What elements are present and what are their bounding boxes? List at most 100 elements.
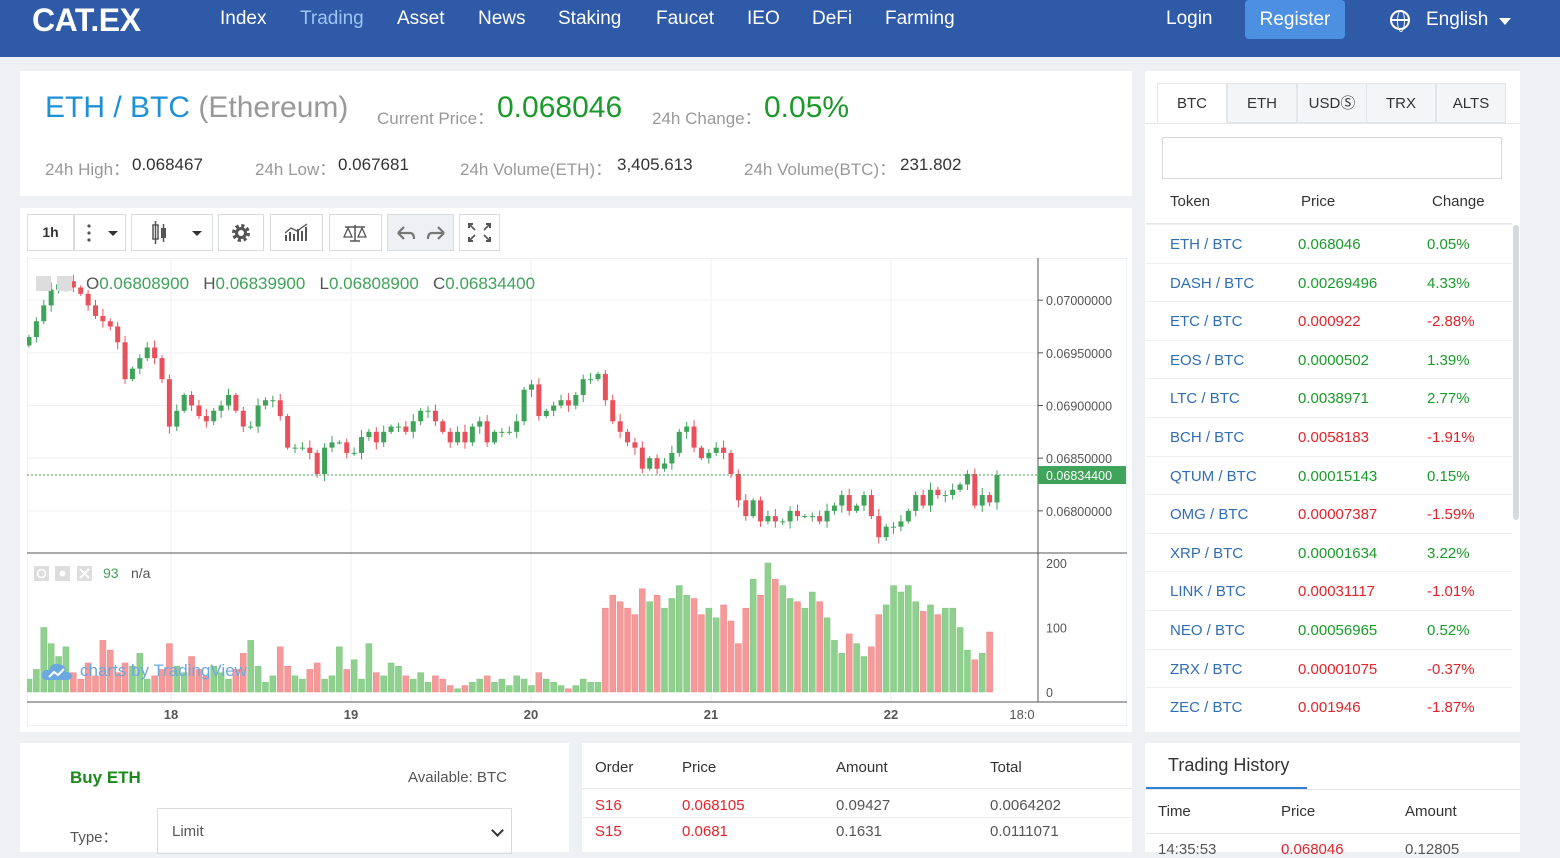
market-row[interactable]: NEO / BTC 0.00056965 0.52% bbox=[1146, 610, 1512, 649]
market-row-pair[interactable]: XRP / BTC bbox=[1170, 545, 1243, 562]
nav-asset[interactable]: Asset bbox=[397, 8, 445, 30]
volume-bar bbox=[742, 607, 750, 693]
market-row[interactable]: LTC / BTC 0.0038971 2.77% bbox=[1146, 378, 1512, 417]
interval-button[interactable]: 1h bbox=[27, 214, 74, 251]
volume-bar bbox=[690, 598, 698, 693]
market-row[interactable]: ZRX / BTC 0.00001075 -0.37% bbox=[1146, 648, 1512, 688]
interval-menu-button[interactable] bbox=[74, 214, 126, 251]
market-row[interactable]: ZEC / BTC 0.001946 -1.87% bbox=[1146, 687, 1512, 726]
indicators-button[interactable] bbox=[270, 214, 323, 251]
market-row-pair[interactable]: LTC / BTC bbox=[1170, 390, 1240, 407]
market-tab-eth[interactable]: ETH bbox=[1227, 83, 1297, 123]
order-1-id[interactable]: S15 bbox=[595, 823, 622, 840]
market-row-pair[interactable]: ETC / BTC bbox=[1170, 313, 1243, 330]
chart-type-button[interactable] bbox=[131, 214, 213, 251]
market-tab-trx[interactable]: TRX bbox=[1366, 83, 1436, 123]
order-0-price[interactable]: 0.068105 bbox=[682, 797, 745, 814]
market-row-pair[interactable]: OMG / BTC bbox=[1170, 506, 1248, 523]
volume-bar bbox=[269, 675, 277, 693]
market-row-pair[interactable]: BCH / BTC bbox=[1170, 429, 1244, 446]
market-row[interactable]: OMG / BTC 0.00007387 -1.59% bbox=[1146, 494, 1512, 533]
candle-body bbox=[964, 473, 970, 485]
candle-body bbox=[758, 500, 764, 522]
volume-bar bbox=[572, 685, 580, 693]
market-scrollbar[interactable] bbox=[1513, 225, 1519, 520]
candle-body bbox=[233, 394, 239, 411]
market-row-pair[interactable]: LINK / BTC bbox=[1170, 583, 1246, 600]
volume-bar bbox=[491, 682, 498, 693]
dots-caret-icon bbox=[87, 224, 118, 242]
volume-bar bbox=[949, 607, 956, 693]
candle-body bbox=[617, 421, 623, 432]
compare-button[interactable] bbox=[329, 214, 382, 251]
market-search-input[interactable] bbox=[1162, 137, 1502, 179]
high-label: 24h High： bbox=[45, 160, 131, 179]
nav-defi[interactable]: DeFi bbox=[812, 8, 852, 30]
candle-body bbox=[521, 389, 527, 422]
register-button[interactable]: Register bbox=[1245, 0, 1345, 39]
tradingview-credit[interactable]: charts by TradingView bbox=[40, 660, 247, 682]
order-0-id[interactable]: S16 bbox=[595, 797, 622, 814]
market-row[interactable]: LINK / BTC 0.00031117 -1.01% bbox=[1146, 571, 1512, 610]
candle-body bbox=[543, 410, 549, 417]
undo-icon[interactable] bbox=[388, 215, 421, 250]
volume-indicator-value: 93 bbox=[103, 565, 119, 581]
market-row-pair[interactable]: ETH / BTC bbox=[1170, 236, 1243, 253]
market-row[interactable]: EOS / BTC 0.0000502 1.39% bbox=[1146, 339, 1512, 379]
candle-body bbox=[166, 379, 172, 427]
volume-bar bbox=[587, 682, 594, 693]
market-row[interactable]: BCH / BTC 0.0058183 -1.91% bbox=[1146, 417, 1512, 456]
settings-button[interactable] bbox=[218, 214, 264, 251]
market-row-pair[interactable]: QTUM / BTC bbox=[1170, 468, 1257, 485]
candle-body bbox=[580, 379, 586, 395]
candle-body bbox=[159, 358, 165, 380]
candle-body bbox=[33, 321, 39, 338]
login-link[interactable]: Login bbox=[1166, 8, 1213, 30]
candle-body bbox=[211, 410, 217, 422]
market-tab-alts[interactable]: ALTS bbox=[1436, 83, 1506, 123]
candle-body bbox=[625, 431, 631, 443]
ohlc-low: 0.06808900 bbox=[328, 274, 419, 293]
pair-title: ETH / BTC (Ethereum) bbox=[45, 91, 348, 125]
candle-body bbox=[447, 431, 453, 443]
nav-farming[interactable]: Farming bbox=[885, 8, 955, 30]
price-chart[interactable]: 0.06834400 0.07000000 0.06950000 0.0690000… bbox=[27, 258, 1127, 726]
market-row-pair[interactable]: EOS / BTC bbox=[1170, 352, 1244, 369]
nav-index[interactable]: Index bbox=[220, 8, 266, 30]
market-row-pair[interactable]: NEO / BTC bbox=[1170, 622, 1245, 639]
market-row[interactable]: ETC / BTC 0.000922 -2.88% bbox=[1146, 301, 1512, 340]
candle-body bbox=[344, 442, 350, 453]
candle-body bbox=[492, 431, 498, 443]
market-row-pair[interactable]: DASH / BTC bbox=[1170, 275, 1254, 292]
market-row-price: 0.00056965 bbox=[1298, 622, 1378, 639]
logo[interactable]: CAT.EX bbox=[32, 2, 141, 39]
order-1-price[interactable]: 0.0681 bbox=[682, 823, 728, 840]
volume-bar bbox=[912, 601, 919, 693]
volume-bar bbox=[262, 682, 269, 693]
market-row[interactable]: QTUM / BTC 0.00015143 0.15% bbox=[1146, 455, 1512, 495]
market-row[interactable]: DASH / BTC 0.00269496 4.33% bbox=[1146, 262, 1512, 302]
order-type-select[interactable]: Limit bbox=[157, 808, 512, 854]
nav-faucet[interactable]: Faucet bbox=[656, 8, 714, 30]
market-row-pair[interactable]: ZEC / BTC bbox=[1170, 699, 1243, 716]
candle-body bbox=[632, 442, 638, 448]
volume-bar bbox=[616, 601, 624, 693]
volume-bar bbox=[919, 611, 927, 693]
market-tab-btc[interactable]: BTC bbox=[1157, 83, 1227, 123]
nav-staking[interactable]: Staking bbox=[558, 8, 621, 30]
volume-bar bbox=[683, 595, 690, 693]
market-row[interactable]: XRP / BTC 0.00001634 3.22% bbox=[1146, 532, 1512, 572]
nav-trading[interactable]: Trading bbox=[300, 8, 364, 30]
nav-news[interactable]: News bbox=[478, 8, 526, 30]
language-selector[interactable]: English bbox=[1390, 9, 1512, 32]
fullscreen-button[interactable] bbox=[459, 214, 500, 251]
candle-body bbox=[669, 452, 675, 464]
market-tab-usds[interactable]: USDⓈ bbox=[1297, 83, 1367, 123]
candle-body bbox=[152, 347, 158, 359]
market-row-pair[interactable]: ZRX / BTC bbox=[1170, 661, 1243, 678]
redo-icon[interactable] bbox=[421, 215, 454, 250]
nav-ieo[interactable]: IEO bbox=[747, 8, 780, 30]
volume-bar bbox=[727, 620, 735, 693]
market-row[interactable]: ETH / BTC 0.068046 0.05% bbox=[1146, 224, 1512, 263]
history-row-price: 0.068046 bbox=[1281, 841, 1344, 858]
